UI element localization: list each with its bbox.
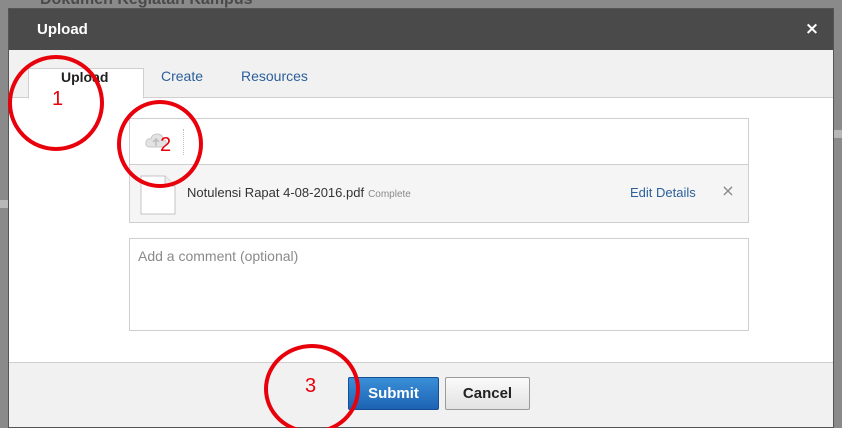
close-icon[interactable]: × (720, 181, 736, 201)
modal-title: Upload (37, 21, 88, 38)
comment-input[interactable] (129, 238, 749, 331)
annotation-number-3: 3 (305, 375, 317, 397)
tab-bar: Upload Create Resources (9, 50, 833, 99)
cancel-button[interactable]: Cancel (445, 377, 530, 410)
submit-button[interactable]: Submit (348, 377, 439, 410)
file-name-text: Notulensi Rapat 4-08-2016.pdf (187, 185, 365, 200)
uploaded-file-row: Notulensi Rapat 4-08-2016.pdf Complete Ed… (129, 165, 749, 223)
background-left-edge (0, 200, 8, 208)
tab-create[interactable]: Create (161, 68, 203, 99)
file-name: Notulensi Rapat 4-08-2016.pdf Complete (187, 185, 411, 200)
upload-modal: Upload × Upload Create Resources Notulen… (8, 8, 834, 428)
annotation-number-2: 2 (160, 134, 172, 156)
upload-status: Complete (368, 189, 411, 200)
edit-details-link[interactable]: Edit Details (630, 185, 696, 200)
modal-titlebar: Upload × (9, 9, 833, 50)
annotation-number-1: 1 (52, 88, 64, 110)
tab-resources[interactable]: Resources (241, 68, 308, 99)
modal-footer: Submit Cancel (9, 362, 833, 427)
background-right-edge (834, 130, 842, 138)
file-drop-area[interactable] (129, 118, 749, 165)
close-icon[interactable]: × (803, 18, 821, 40)
